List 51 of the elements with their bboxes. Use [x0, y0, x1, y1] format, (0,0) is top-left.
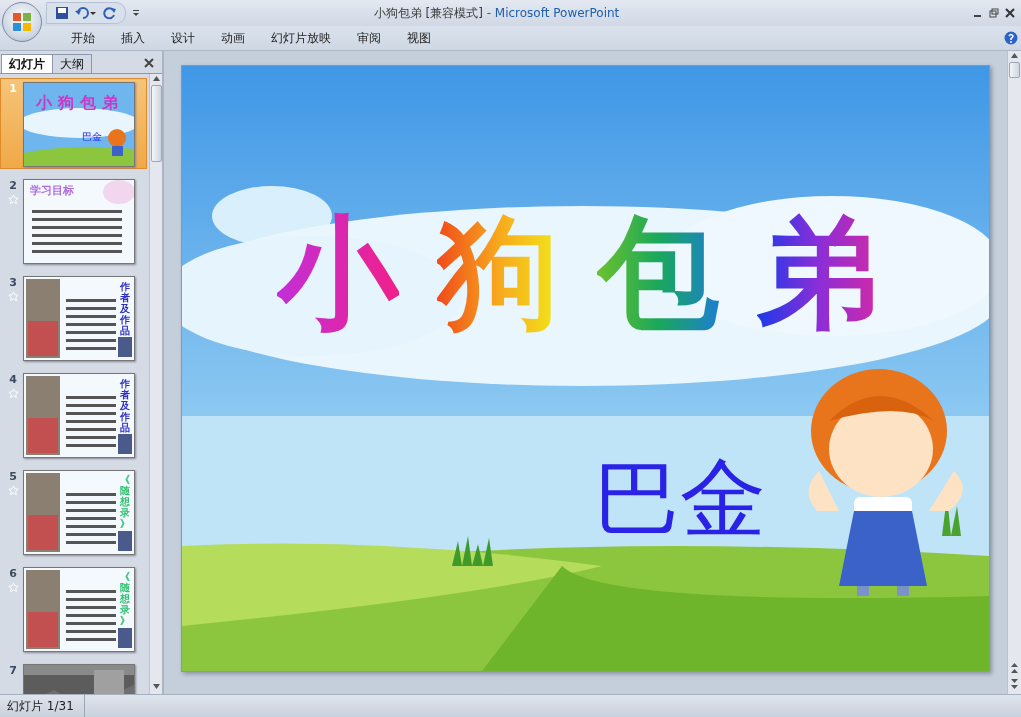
previous-slide-icon[interactable] — [1010, 662, 1020, 674]
panel-tab[interactable]: 幻灯片 — [1, 54, 53, 73]
star-icon — [7, 582, 19, 593]
next-slide-icon[interactable] — [1010, 678, 1020, 690]
ribbon-tab[interactable]: 插入 — [108, 27, 158, 49]
thumbnail-subtitle: 巴金 — [82, 130, 102, 144]
star-icon — [7, 194, 19, 205]
ribbon-tab[interactable]: 幻灯片放映 — [258, 27, 344, 49]
customize-toolbar-icon[interactable] — [132, 9, 140, 17]
close-icon[interactable] — [1005, 8, 1015, 18]
redo-icon[interactable] — [103, 6, 117, 20]
scrollbar-thumb[interactable] — [1009, 62, 1021, 78]
close-button[interactable] — [142, 56, 157, 70]
scroll-down-icon[interactable] — [151, 682, 161, 691]
thumbnail-heading: 《随想录》 — [120, 474, 130, 529]
ribbon-tab[interactable]: 开始 — [58, 27, 108, 49]
office-button[interactable] — [2, 2, 42, 42]
thumbnail-title: 小狗包弟 — [36, 93, 124, 114]
slide-number: 2 — [9, 179, 17, 192]
star-icon — [7, 291, 19, 302]
ribbon-tab[interactable]: 设计 — [158, 27, 208, 49]
restore-icon[interactable] — [989, 8, 999, 18]
scrollbar-thumb[interactable] — [150, 85, 162, 162]
ribbon-tab[interactable]: 视图 — [394, 27, 444, 49]
ribbon-tab[interactable]: 审阅 — [344, 27, 394, 49]
slide-number: 3 — [9, 276, 17, 289]
slide-number: 7 — [9, 664, 17, 677]
star-icon — [7, 388, 19, 399]
scroll-up-icon[interactable] — [151, 74, 161, 83]
save-icon[interactable] — [55, 6, 69, 20]
status-slide-count: 幻灯片 1/31 — [0, 695, 85, 717]
star-icon — [7, 485, 19, 496]
slide-number: 6 — [9, 567, 17, 580]
thumbnail-heading: 作者及作品 — [120, 281, 130, 336]
slide-number: 5 — [9, 470, 17, 483]
slide-thumbnail-item[interactable]: 1 小狗包弟 巴金 — [0, 78, 148, 169]
thumbnail-heading: 作者及作品 — [120, 378, 130, 433]
slide-author: 巴金 — [594, 451, 767, 546]
window-title: 小狗包弟 [兼容模式] - Microsoft PowerPoint — [372, 4, 621, 22]
slide-number: 4 — [9, 373, 17, 386]
ribbon-tab[interactable]: 动画 — [208, 27, 258, 49]
panel-tab[interactable]: 大纲 — [52, 54, 92, 73]
office-logo-icon — [12, 12, 32, 32]
undo-icon[interactable] — [75, 6, 97, 20]
thumbnail-heading: 《随想录》 — [120, 571, 130, 626]
slide-title: 小狗包弟 — [277, 206, 880, 341]
thumbnail-heading: 学习目标 — [30, 183, 74, 198]
slide-number: 1 — [9, 82, 17, 95]
scrollbar[interactable] — [1007, 51, 1021, 694]
scrollbar[interactable] — [149, 74, 163, 694]
help-icon[interactable] — [1004, 31, 1018, 45]
